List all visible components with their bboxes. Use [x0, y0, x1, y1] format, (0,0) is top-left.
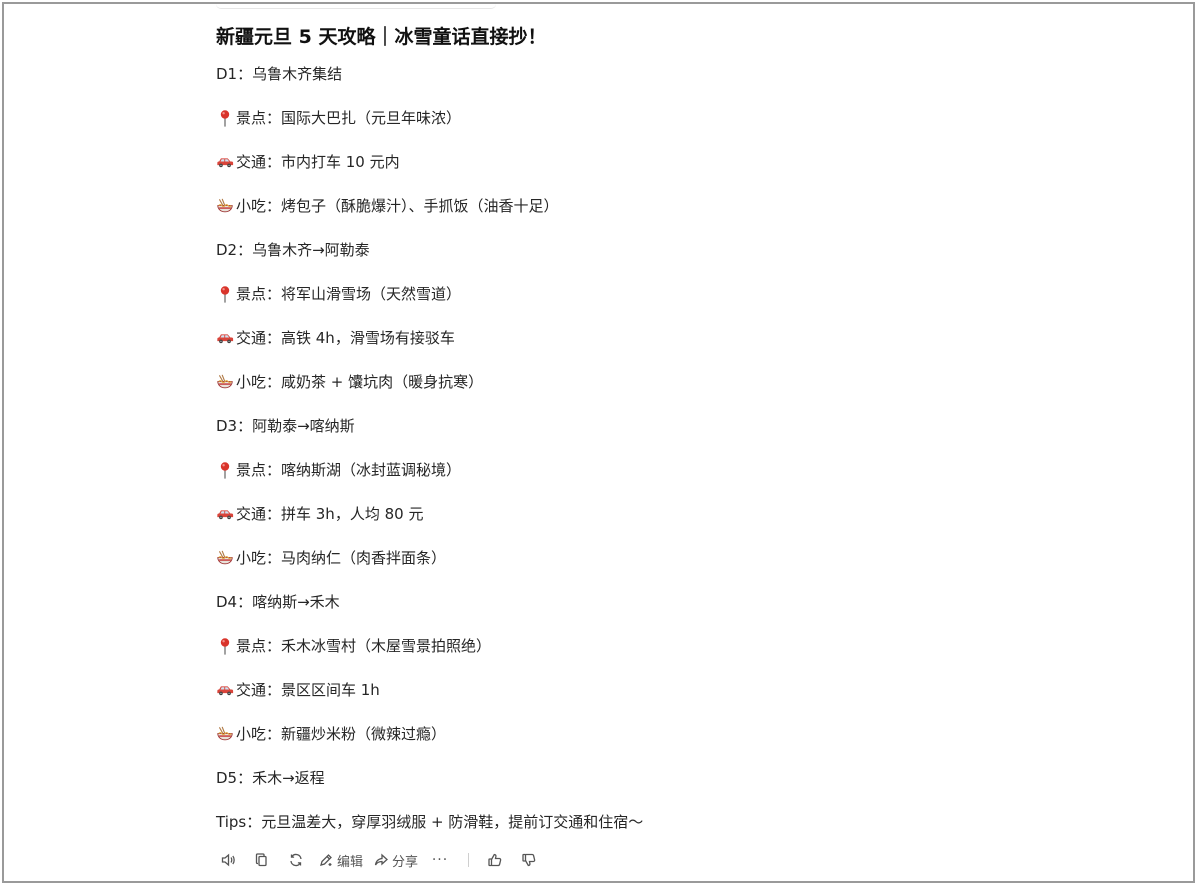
itinerary-item-pin: 景点：禾木冰雪村（木屋雪景拍照绝）	[216, 634, 976, 658]
thumbs-up-icon	[487, 852, 503, 868]
tips-line: Tips：元旦温差大，穿厚羽绒服 + 防滑鞋，提前订交通和住宿～	[216, 810, 976, 834]
post-title: 新疆元旦 5 天攻略｜冰雪童话直接抄！	[216, 26, 547, 48]
itinerary-text: 交通：拼车 3h，人均 80 元	[236, 505, 424, 523]
previous-message-edge	[216, 4, 496, 9]
day-heading: D4：喀纳斯→禾木	[216, 590, 976, 614]
noodle-bowl-icon	[216, 372, 234, 392]
regenerate-button[interactable]	[284, 848, 308, 872]
itinerary-text: 小吃：烤包子（酥脆爆汁）、手抓饭（油香十足）	[236, 197, 559, 215]
edit-label: 编辑	[337, 854, 364, 870]
itinerary-item-pin: 景点：将军山滑雪场（天然雪道）	[216, 282, 976, 306]
itinerary-text: 小吃：新疆炒米粉（微辣过瘾）	[236, 725, 447, 743]
itinerary-text: D1：乌鲁木齐集结	[216, 65, 343, 83]
itinerary-item-car: 交通：市内打车 10 元内	[216, 150, 976, 174]
noodle-bowl-icon	[216, 196, 234, 216]
itinerary-text: 小吃：咸奶茶 + 馕坑肉（暖身抗寒）	[236, 373, 484, 391]
refresh-icon	[288, 852, 304, 868]
itinerary-text: D3：阿勒泰→喀纳斯	[216, 417, 355, 435]
itinerary-text: 交通：高铁 4h，滑雪场有接驳车	[236, 329, 455, 347]
car-icon	[216, 152, 234, 172]
itinerary-text: 景点：国际大巴扎（元旦年味浓）	[236, 109, 462, 127]
day-heading: D3：阿勒泰→喀纳斯	[216, 414, 976, 438]
pin-icon	[216, 636, 234, 656]
itinerary-text: D2：乌鲁木齐→阿勒泰	[216, 241, 370, 259]
share-button[interactable]: 分享	[373, 848, 418, 872]
itinerary-text: 景点：将军山滑雪场（天然雪道）	[236, 285, 462, 303]
like-button[interactable]	[483, 848, 507, 872]
day-heading: D5：禾木→返程	[216, 766, 976, 790]
pin-icon	[216, 108, 234, 128]
itinerary-list: D1：乌鲁木齐集结景点：国际大巴扎（元旦年味浓） 交通：市内打车 10 元内小吃：…	[216, 62, 976, 790]
pin-icon	[216, 460, 234, 480]
edit-button[interactable]: 编辑	[318, 848, 363, 872]
noodle-bowl-icon	[216, 548, 234, 568]
itinerary-item-pin: 景点：国际大巴扎（元旦年味浓）	[216, 106, 976, 130]
noodle-bowl-icon	[216, 724, 234, 744]
itinerary-text: D5：禾木→返程	[216, 769, 325, 787]
itinerary-item-pin: 景点：喀纳斯湖（冰封蓝调秘境）	[216, 458, 976, 482]
chat-window: 新疆元旦 5 天攻略｜冰雪童话直接抄！ D1：乌鲁木齐集结景点：国际大巴扎（元旦…	[2, 2, 1195, 883]
itinerary-item-car: 交通：景区区间车 1h	[216, 678, 976, 702]
copy-button[interactable]	[250, 848, 274, 872]
itinerary-text: 景点：喀纳斯湖（冰封蓝调秘境）	[236, 461, 462, 479]
itinerary-text: 小吃：马肉纳仁（肉香拌面条）	[236, 549, 447, 567]
car-icon	[216, 680, 234, 700]
message-action-bar: 编辑 分享 ···	[216, 846, 976, 874]
itinerary-text: 交通：景区区间车 1h	[236, 681, 380, 699]
itinerary-item-noodles: 小吃：咸奶茶 + 馕坑肉（暖身抗寒）	[216, 370, 976, 394]
action-divider	[468, 853, 470, 867]
pin-icon	[216, 284, 234, 304]
itinerary-item-noodles: 小吃：马肉纳仁（肉香拌面条）	[216, 546, 976, 570]
more-icon: ···	[431, 852, 449, 868]
itinerary-text: 景点：禾木冰雪村（木屋雪景拍照绝）	[236, 637, 492, 655]
assistant-message: 新疆元旦 5 天攻略｜冰雪童话直接抄！ D1：乌鲁木齐集结景点：国际大巴扎（元旦…	[216, 22, 976, 874]
dislike-button[interactable]	[517, 848, 541, 872]
car-icon	[216, 328, 234, 348]
itinerary-text: D4：喀纳斯→禾木	[216, 593, 340, 611]
itinerary-item-car: 交通：拼车 3h，人均 80 元	[216, 502, 976, 526]
itinerary-item-noodles: 小吃：烤包子（酥脆爆汁）、手抓饭（油香十足）	[216, 194, 976, 218]
more-button[interactable]: ···	[428, 848, 452, 872]
itinerary-item-car: 交通：高铁 4h，滑雪场有接驳车	[216, 326, 976, 350]
itinerary-text: 交通：市内打车 10 元内	[236, 153, 400, 171]
day-heading: D2：乌鲁木齐→阿勒泰	[216, 238, 976, 262]
read-aloud-button[interactable]	[216, 848, 240, 872]
speaker-icon	[220, 852, 236, 868]
car-icon	[216, 504, 234, 524]
thumbs-down-icon	[521, 852, 537, 868]
edit-icon	[318, 852, 334, 868]
share-icon	[373, 852, 389, 868]
day-heading: D1：乌鲁木齐集结	[216, 62, 976, 86]
share-label: 分享	[392, 854, 419, 870]
tips-text: Tips：元旦温差大，穿厚羽绒服 + 防滑鞋，提前订交通和住宿～	[216, 813, 644, 831]
copy-icon	[254, 852, 270, 868]
itinerary-item-noodles: 小吃：新疆炒米粉（微辣过瘾）	[216, 722, 976, 746]
